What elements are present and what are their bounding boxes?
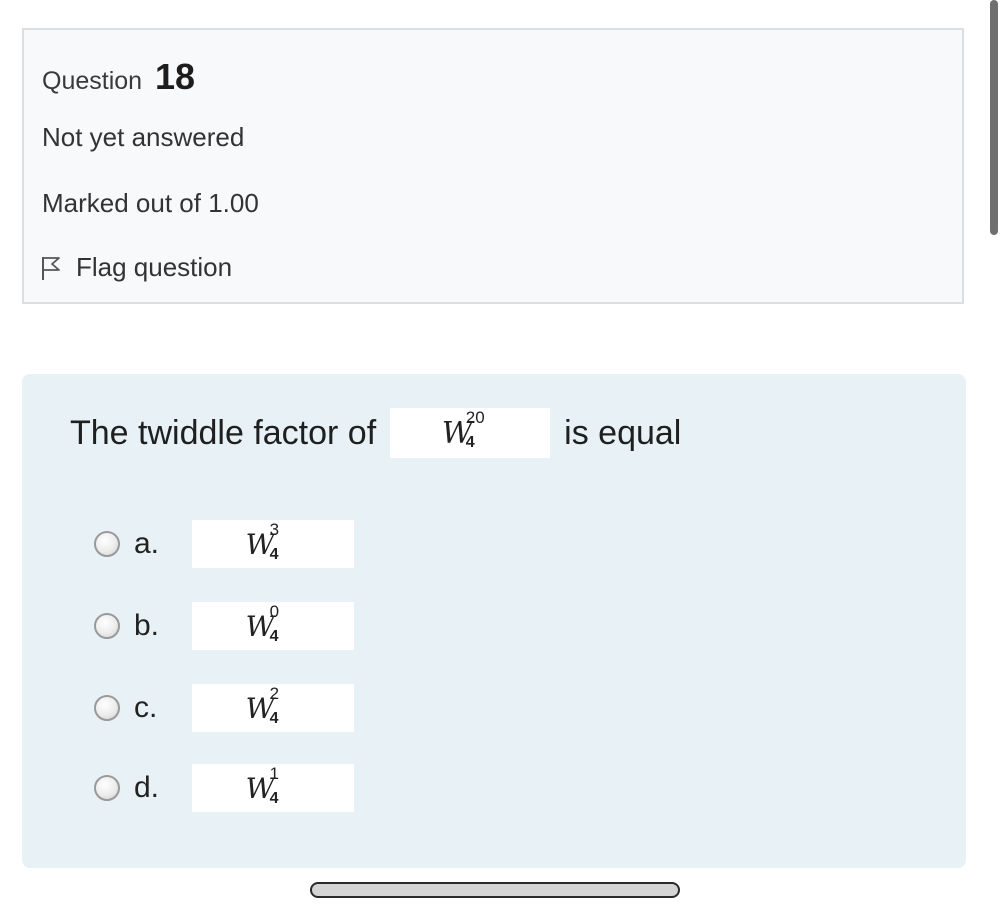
formula-superscript: 20 (465, 407, 485, 427)
home-indicator-bar[interactable] (310, 882, 680, 898)
question-state: Not yet answered (42, 122, 245, 152)
vertical-scrollbar[interactable] (990, 0, 998, 235)
question-formulation: The twiddle factor of W 20 4 is equal a.… (22, 374, 966, 868)
question-number-heading: Question 18 (42, 56, 195, 98)
question-label: Question (42, 67, 143, 95)
option-superscript: 2 (269, 683, 280, 703)
option-expression: W 3 4 (246, 520, 301, 563)
option-formula: W 2 4 (192, 684, 354, 732)
answer-option-c[interactable]: c. W 2 4 (94, 684, 354, 732)
option-formula: W 0 4 (192, 602, 354, 650)
answer-option-d[interactable]: d. W 1 4 (94, 764, 354, 812)
question-text: The twiddle factor of W 20 4 is equal (70, 408, 681, 458)
option-letter: b. (134, 609, 160, 642)
radio-button-b[interactable] (94, 613, 120, 639)
option-expression: W 0 4 (246, 602, 301, 645)
option-superscript: 3 (269, 519, 280, 539)
formula-subscript: 4 (465, 433, 475, 451)
radio-button-a[interactable] (94, 531, 120, 557)
question-grade: Marked out of 1.00 (42, 188, 259, 218)
option-formula: W 3 4 (192, 520, 354, 568)
option-letter: d. (134, 771, 160, 804)
option-superscript: 1 (269, 763, 280, 783)
option-letter: c. (134, 691, 158, 724)
answer-option-a[interactable]: a. W 3 4 (94, 520, 354, 568)
radio-button-c[interactable] (94, 695, 120, 721)
option-letter: a. (134, 527, 160, 560)
option-subscript: 4 (269, 545, 279, 563)
question-text-after: is equal (564, 413, 682, 452)
radio-button-d[interactable] (94, 775, 120, 801)
formula-expression: W 20 4 (442, 408, 499, 451)
answer-option-b[interactable]: b. W 0 4 (94, 602, 354, 650)
question-number: 18 (155, 56, 196, 97)
option-expression: W 1 4 (246, 764, 301, 807)
flag-question-label: Flag question (76, 252, 233, 282)
question-info-panel: Question 18 Not yet answered Marked out … (22, 28, 964, 304)
option-subscript: 4 (269, 627, 279, 645)
option-subscript: 4 (269, 789, 279, 807)
option-subscript: 4 (269, 709, 279, 727)
flag-outline-icon (42, 256, 60, 280)
option-superscript: 0 (269, 601, 280, 621)
question-formula: W 20 4 (390, 408, 551, 458)
flag-question-link[interactable]: Flag question (40, 252, 232, 283)
option-formula: W 1 4 (192, 764, 354, 812)
option-expression: W 2 4 (246, 684, 301, 727)
question-text-before: The twiddle factor of (70, 413, 377, 452)
